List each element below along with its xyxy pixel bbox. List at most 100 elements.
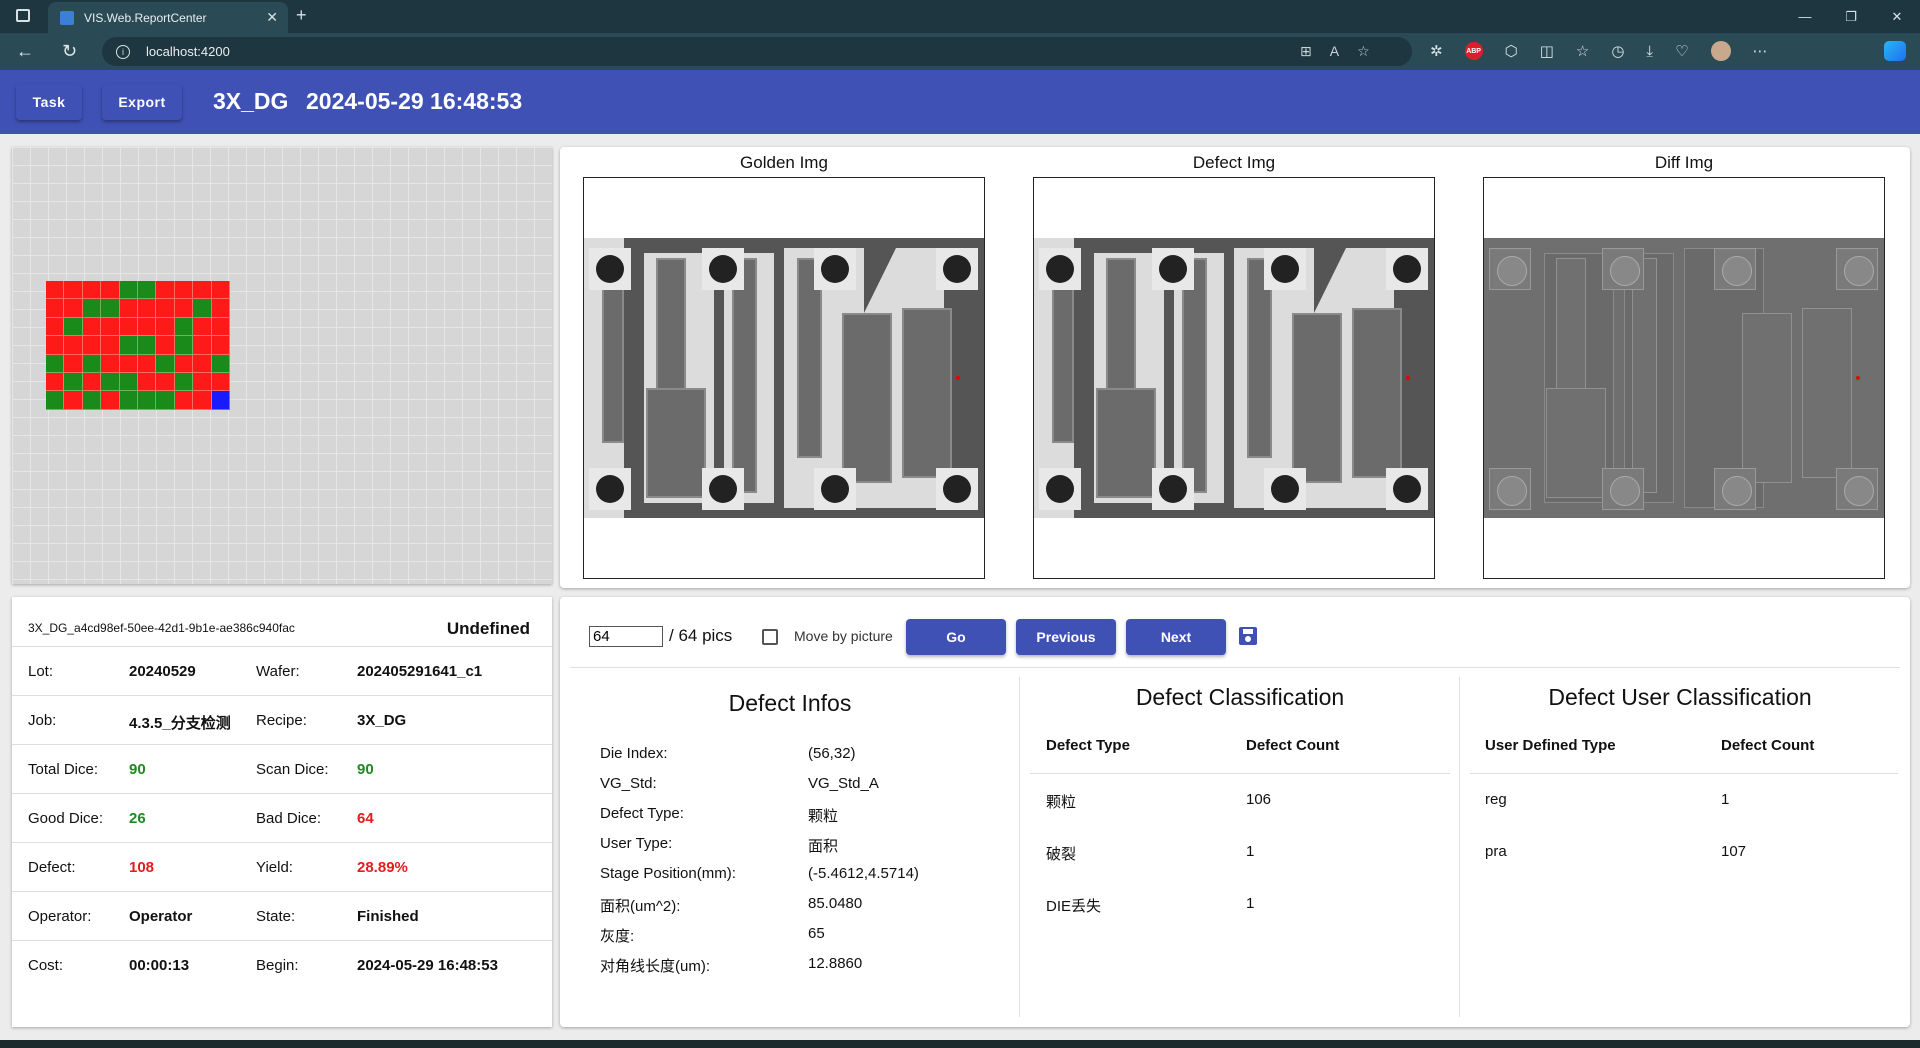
die-cell[interactable] — [174, 372, 194, 392]
die-cell[interactable] — [137, 317, 157, 337]
copilot-icon[interactable] — [1884, 41, 1906, 61]
die-cell[interactable] — [101, 299, 120, 318]
page-number-input[interactable] — [589, 626, 663, 647]
tab-actions-icon[interactable] — [16, 9, 30, 22]
die-cell[interactable] — [101, 372, 120, 392]
die-cell[interactable] — [211, 317, 230, 337]
downloads-icon[interactable]: ⤓ — [1646, 43, 1653, 60]
die-cell[interactable] — [156, 354, 175, 373]
die-cell[interactable] — [119, 299, 138, 318]
refresh-icon[interactable]: ↻ — [62, 41, 77, 62]
adblock-icon[interactable]: ABP — [1464, 42, 1483, 60]
die-cell[interactable] — [174, 391, 194, 410]
die-cell[interactable] — [119, 391, 138, 410]
die-cell[interactable] — [119, 317, 138, 337]
history-icon[interactable]: ◷ — [1611, 42, 1624, 60]
extension-gear-icon[interactable]: ✲ — [1430, 42, 1443, 60]
die-cell[interactable] — [119, 336, 138, 355]
die-cell[interactable] — [193, 354, 212, 373]
die-cell[interactable] — [64, 299, 83, 318]
die-cell[interactable] — [211, 354, 230, 373]
die-cell[interactable] — [82, 317, 102, 337]
defect-image[interactable] — [1033, 177, 1435, 579]
tab-close-icon[interactable]: ✕ — [266, 9, 278, 26]
die-cell[interactable] — [64, 336, 83, 355]
die-cell[interactable] — [101, 336, 120, 355]
export-button[interactable]: Export — [102, 84, 182, 120]
die-cell[interactable] — [193, 391, 212, 410]
die-cell[interactable] — [82, 372, 102, 392]
golden-image[interactable] — [583, 177, 985, 579]
die-cell[interactable] — [64, 354, 83, 373]
die-cell[interactable] — [64, 372, 83, 392]
die-cell[interactable] — [119, 354, 138, 373]
die-cell[interactable] — [174, 336, 194, 355]
die-cell[interactable] — [119, 281, 138, 300]
die-cell[interactable] — [101, 354, 120, 373]
next-button[interactable]: Next — [1126, 619, 1226, 655]
more-menu-icon[interactable]: ⋯ — [1753, 42, 1768, 60]
profile-avatar[interactable] — [1710, 41, 1731, 61]
die-cell[interactable] — [46, 299, 65, 318]
die-cell[interactable] — [156, 281, 175, 300]
die-cell[interactable] — [137, 299, 157, 318]
new-tab-icon[interactable]: + — [296, 5, 307, 26]
favorites-icon[interactable]: ☆ — [1576, 42, 1589, 60]
die-cell[interactable] — [46, 336, 65, 355]
die-cell[interactable] — [193, 317, 212, 337]
die-cell[interactable] — [174, 354, 194, 373]
close-window-icon[interactable]: ✕ — [1874, 0, 1920, 33]
die-cell[interactable] — [137, 354, 157, 373]
die-cell[interactable] — [137, 391, 157, 410]
site-info-icon[interactable]: i — [116, 44, 130, 59]
die-cell[interactable] — [193, 299, 212, 318]
save-icon[interactable] — [1239, 627, 1257, 645]
die-cell[interactable] — [137, 372, 157, 392]
die-cell[interactable] — [137, 336, 157, 355]
die-cell[interactable] — [174, 299, 194, 318]
die-cell[interactable] — [101, 391, 120, 410]
die-cell[interactable] — [156, 372, 175, 392]
die-cell[interactable] — [46, 317, 65, 337]
favorite-star-icon[interactable]: ☆ — [1357, 43, 1370, 60]
die-cell[interactable] — [211, 299, 230, 318]
read-aloud-icon[interactable]: A — [1330, 43, 1339, 60]
die-cell[interactable] — [156, 391, 175, 410]
previous-button[interactable]: Previous — [1016, 619, 1116, 655]
die-cell[interactable] — [82, 281, 102, 300]
die-cell[interactable] — [101, 317, 120, 337]
die-cell[interactable] — [211, 336, 230, 355]
die-cell[interactable] — [156, 299, 175, 318]
die-cell[interactable] — [82, 336, 102, 355]
die-cell[interactable] — [137, 281, 157, 300]
die-cell[interactable] — [82, 391, 102, 410]
minimize-icon[interactable]: — — [1782, 0, 1828, 33]
restore-icon[interactable]: ❐ — [1828, 0, 1874, 33]
back-icon[interactable]: ← — [16, 41, 34, 62]
die-cell[interactable] — [64, 317, 83, 337]
die-cell[interactable] — [101, 281, 120, 300]
performance-icon[interactable]: ♡ — [1675, 42, 1688, 60]
die-cell[interactable] — [156, 317, 175, 337]
die-cell[interactable] — [211, 281, 230, 300]
die-cell[interactable] — [119, 372, 138, 392]
die-cell[interactable] — [46, 391, 65, 410]
die-cell[interactable] — [46, 372, 65, 392]
die-cell[interactable] — [82, 299, 102, 318]
move-by-picture-checkbox[interactable] — [762, 629, 778, 645]
die-cell[interactable] — [82, 354, 102, 373]
die-cell[interactable] — [174, 281, 194, 300]
browser-tab[interactable]: VIS.Web.ReportCenter ✕ — [48, 2, 288, 33]
diff-image[interactable] — [1483, 177, 1885, 579]
die-cell[interactable] — [156, 336, 175, 355]
die-cell[interactable] — [46, 281, 65, 300]
app-available-icon[interactable]: ⊞ — [1300, 43, 1312, 60]
die-cell[interactable] — [193, 336, 212, 355]
go-button[interactable]: Go — [906, 619, 1006, 655]
die-cell[interactable] — [174, 317, 194, 337]
die-cell[interactable] — [193, 372, 212, 392]
die-cell[interactable] — [211, 372, 230, 392]
url-field[interactable]: i localhost:4200 — [102, 37, 1412, 66]
die-cell[interactable] — [46, 354, 65, 373]
die-cell[interactable] — [64, 281, 83, 300]
